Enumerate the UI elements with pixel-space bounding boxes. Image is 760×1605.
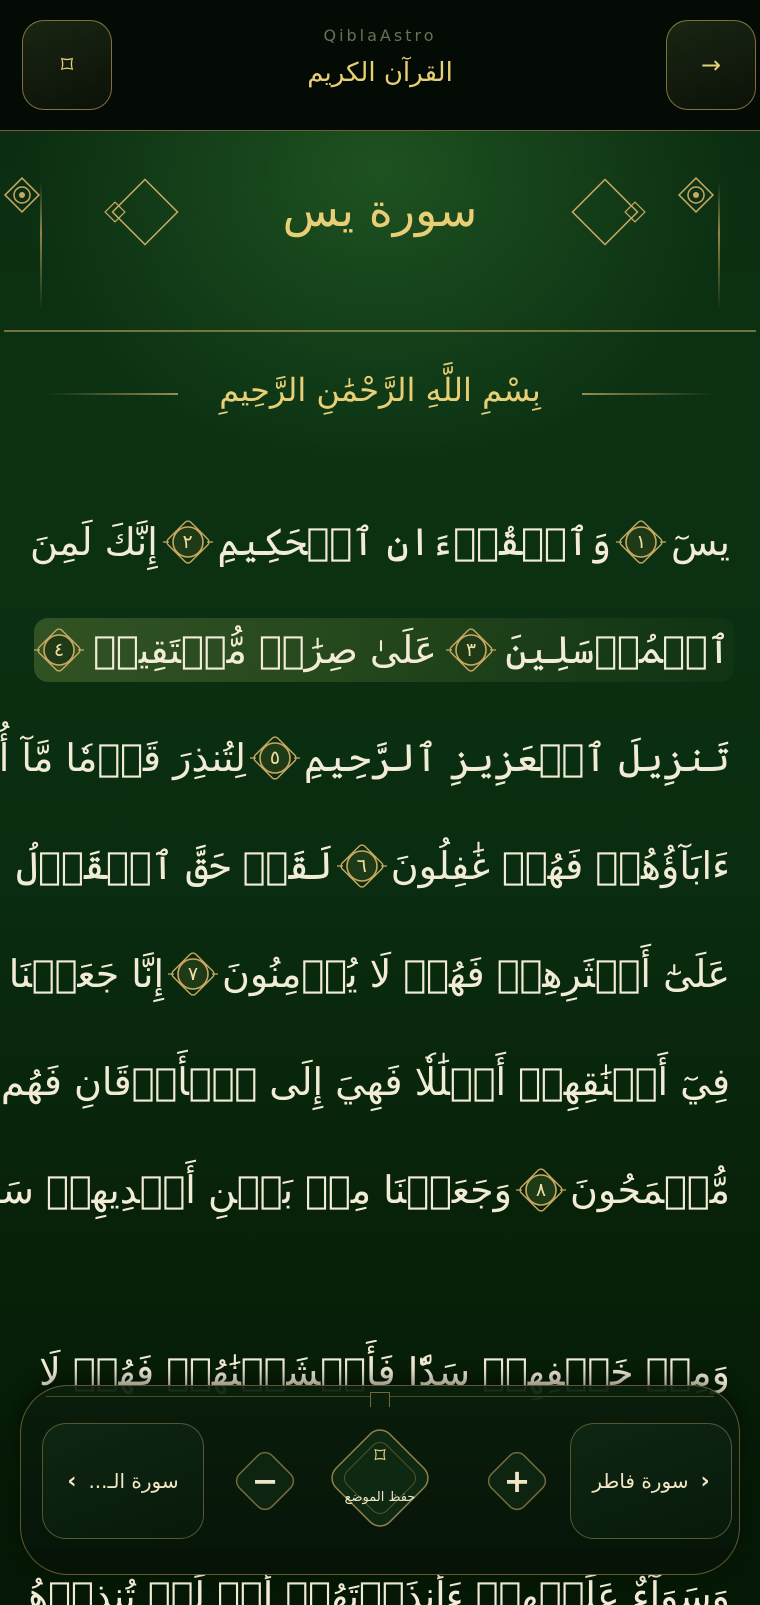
verse-number: ٦: [356, 855, 367, 877]
verse-text-segment[interactable]: عَلَىٰ صِرَٰطٖ مُّسۡتَقِيمٖ: [93, 628, 437, 672]
next-surah-button[interactable]: سورة الـ... ›: [42, 1423, 204, 1539]
next-surah-label: سورة الـ...: [88, 1469, 179, 1493]
page-title: القرآن الكريم: [307, 58, 453, 88]
chevron-right-icon: ‹: [700, 1468, 710, 1494]
verse-text-segment[interactable]: إِنَّا جَعَلۡنَا: [9, 952, 164, 996]
surah-title: سورة يس: [282, 183, 478, 237]
increase-font-button[interactable]: +: [478, 1442, 556, 1520]
verse-line: عَلَىٰٓ أَكۡثَرِهِمۡ فَهُمۡ لَا يُؤۡمِنُ…: [9, 920, 730, 1028]
verse-line-partial-bottom: وَسَوَآءٌ عَلَيۡهِمۡ ءَأَنذَرۡتَهُمۡ أَم…: [30, 1572, 730, 1605]
decrease-font-button[interactable]: −: [226, 1442, 304, 1520]
back-button[interactable]: →: [666, 20, 756, 110]
verse-text: يسٓ ١ وَٱلۡقُرۡءَانِ ٱلۡحَكِيمِ ٢ إِنَّكَ لَ…: [0, 488, 734, 1244]
save-position-label: حفظ الموضع: [344, 1490, 416, 1505]
verse-line: مُّقۡمَحُونَ ٨ وَجَعَلۡنَا مِنۢ بَيۡنِ أَي…: [0, 1136, 730, 1244]
minus-icon: −: [251, 1462, 279, 1500]
verse-number: ٣: [465, 639, 477, 661]
verse-line: تَنزِيلَ ٱلۡعَزِيزِ ٱلرَّحِيمِ ٥ لِتُنذِرَ…: [0, 704, 730, 812]
basmala-row: بِسْمِ اللَّهِ الرَّحْمَٰنِ الرَّحِيمِ: [0, 365, 760, 425]
bottom-nav-notch: [370, 1392, 390, 1407]
plus-icon: +: [503, 1462, 531, 1500]
verse-line: ءَابَآؤُهُمۡ فَهُمۡ غَٰفِلُونَ ٦ لَقَدۡ حَ…: [16, 812, 730, 920]
basmala: بِسْمِ اللَّهِ الرَّحْمَٰنِ الرَّحِيمِ: [219, 371, 541, 409]
verse-text-segment[interactable]: مُّقۡمَحُونَ: [570, 1168, 730, 1212]
save-position-button[interactable]: ⌑ حفظ الموضع: [318, 1416, 442, 1540]
verse-line: فِيٓ أَعۡنَٰقِهِمۡ أَغۡلَٰلٗا فَهِيَ إِل…: [1, 1028, 730, 1136]
verse-number-marker[interactable]: ٦: [333, 837, 391, 895]
verse-number: ٥: [269, 747, 281, 769]
verse-number-marker[interactable]: ٥: [246, 729, 304, 787]
verse-text-segment[interactable]: وَٱلۡقُرۡءَانِ ٱلۡحَكِيمِ: [217, 520, 611, 564]
verse-text-segment[interactable]: إِنَّكَ لَمِنَ: [30, 520, 158, 564]
chevron-left-icon: ›: [67, 1468, 77, 1494]
app-name: QiblaAstro: [323, 26, 437, 45]
verse-number-marker[interactable]: ٢: [159, 513, 217, 571]
verse-text-segment[interactable]: لِتُنذِرَ قَوۡمٗا مَّآ أُنذِرَ: [0, 736, 246, 780]
previous-surah-label: سورة فاطر: [592, 1469, 689, 1493]
verse-number: ٧: [187, 963, 199, 985]
verse-text-segment[interactable]: وَسَوَآءٌ عَلَيۡهِمۡ ءَأَنذَرۡتَهُمۡ أَم…: [30, 1574, 730, 1605]
verse-number: ٨: [535, 1179, 547, 1201]
star-octagram-icon: ⌑: [374, 1444, 386, 1469]
verse-number-marker[interactable]: ٣: [442, 621, 500, 679]
top-bar: ⌑ QiblaAstro القرآن الكريم →: [0, 0, 760, 131]
verse-text-segment[interactable]: فِيٓ أَعۡنَٰقِهِمۡ أَغۡلَٰلٗا فَهِيَ إِل…: [1, 1060, 730, 1104]
arrow-right-icon: →: [700, 51, 722, 79]
verse-text-segment[interactable]: تَنزِيلَ ٱلۡعَزِيزِ ٱلرَّحِيمِ: [304, 736, 730, 780]
verse-text-segment[interactable]: وَجَعَلۡنَا مِنۢ بَيۡنِ أَيۡدِيهِمۡ سَدّ…: [0, 1168, 512, 1212]
verse-text-segment[interactable]: ءَابَآؤُهُمۡ فَهُمۡ غَٰفِلُونَ: [391, 844, 730, 888]
verse-text-segment[interactable]: يسٓ: [671, 520, 730, 564]
verse-number: ٢: [182, 531, 193, 553]
previous-surah-button[interactable]: ‹ سورة فاطر: [570, 1423, 732, 1539]
verse-text-segment[interactable]: ٱلۡمُرۡسَلِينَ: [505, 628, 730, 672]
verse-text-segment[interactable]: لَقَدۡ حَقَّ ٱلۡقَوۡلُ: [16, 844, 333, 888]
verse-line: ٱلۡمُرۡسَلِينَ ٣ عَلَىٰ صِرَٰطٖ مُّسۡتَقِي…: [30, 596, 734, 704]
verse-number: ١: [636, 531, 647, 553]
verse-number: ٤: [53, 639, 65, 661]
verse-text-segment[interactable]: عَلَىٰٓ أَكۡثَرِهِمۡ فَهُمۡ لَا يُؤۡمِنُ…: [222, 952, 730, 996]
verse-number-marker[interactable]: ٨: [512, 1161, 570, 1219]
verse-line: يسٓ ١ وَٱلۡقُرۡءَانِ ٱلۡحَكِيمِ ٢ إِنَّكَ لَ…: [30, 488, 730, 596]
diamond-frame-icon: [331, 1429, 429, 1527]
verse-number-marker[interactable]: ٧: [164, 945, 222, 1003]
header-separator: [4, 330, 756, 332]
surah-header: سورة يس: [0, 131, 760, 331]
quran-reader-page: ⌑ QiblaAstro القرآن الكريم → سورة يس بِس…: [0, 0, 760, 1605]
verse-number-marker[interactable]: ٤: [30, 621, 88, 679]
verse-number-marker[interactable]: ١: [612, 513, 670, 571]
